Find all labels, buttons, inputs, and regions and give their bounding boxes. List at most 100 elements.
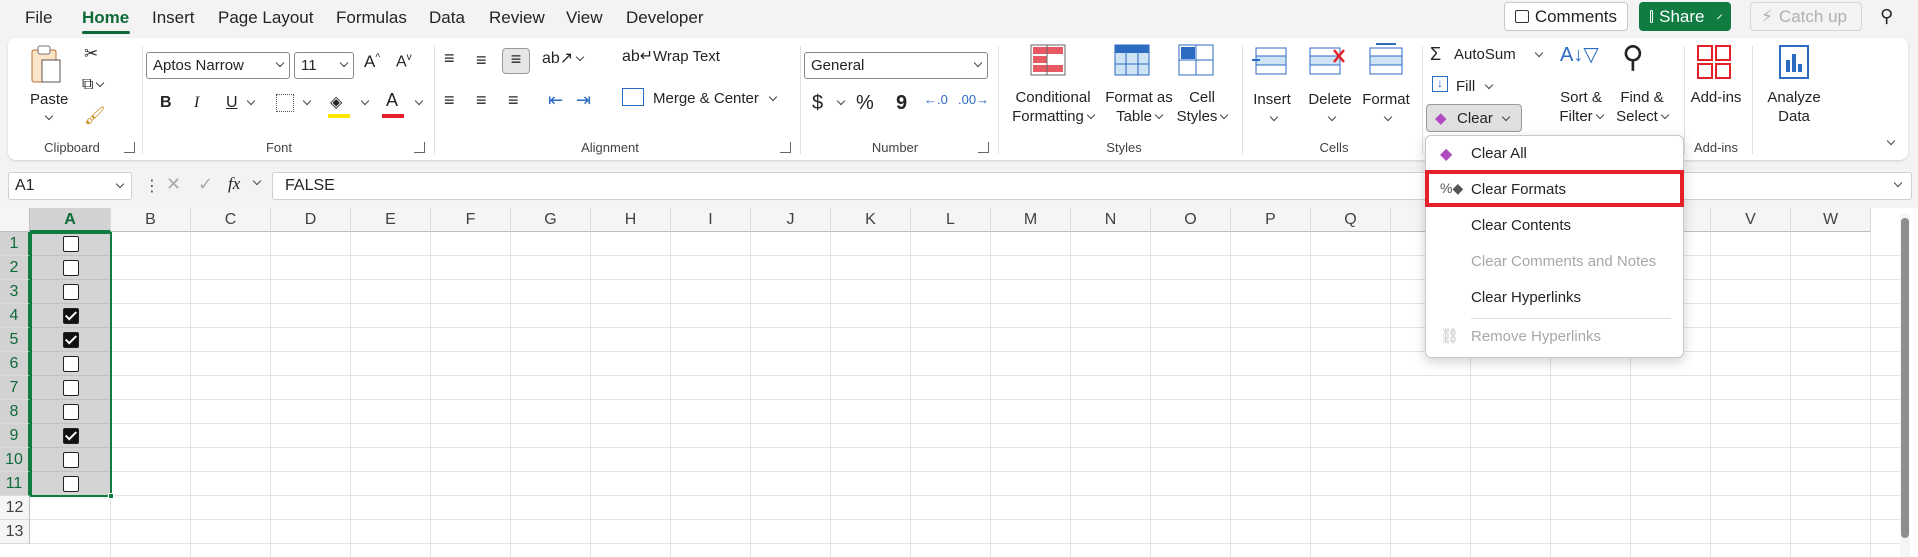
column-header-n[interactable]: N xyxy=(1071,208,1151,232)
top-align-icon[interactable]: ≡ xyxy=(444,48,455,69)
clipboard-launcher-icon[interactable] xyxy=(124,142,135,153)
font-name-select[interactable]: Aptos Narrow xyxy=(146,52,290,79)
column-header-p[interactable]: P xyxy=(1231,208,1311,232)
column-header-j[interactable]: J xyxy=(751,208,831,232)
decrease-font-size-icon[interactable]: Av xyxy=(396,52,412,71)
decrease-decimal-icon[interactable]: .00→ xyxy=(958,92,989,107)
fill-color-dropdown-icon[interactable] xyxy=(358,94,370,112)
row-header-2[interactable]: 2 xyxy=(0,256,30,280)
catch-up-button[interactable]: ⚡ Catch up xyxy=(1750,2,1862,31)
borders-icon[interactable] xyxy=(276,94,294,112)
row-header-12[interactable]: 12 xyxy=(0,496,30,520)
font-color-icon[interactable]: A xyxy=(386,90,398,111)
number-launcher-icon[interactable] xyxy=(978,142,989,153)
add-ins-button[interactable]: Add-ins xyxy=(1688,88,1744,107)
increase-decimal-icon[interactable]: ←.0 xyxy=(924,92,948,107)
fill-button[interactable]: Fill xyxy=(1456,78,1475,95)
wrap-text-button[interactable]: Wrap Text xyxy=(653,48,720,65)
column-header-l[interactable]: L xyxy=(911,208,991,232)
row-header-9[interactable]: 9 xyxy=(0,424,30,448)
vertical-scrollbar[interactable] xyxy=(1900,214,1910,557)
currency-dropdown-icon[interactable] xyxy=(834,94,846,112)
sort-filter-button[interactable]: Sort & Filter xyxy=(1548,88,1614,126)
scrollbar-thumb[interactable] xyxy=(1901,218,1909,538)
fill-dropdown-icon[interactable] xyxy=(1482,78,1494,96)
clear-hyperlinks-item[interactable]: Clear Hyperlinks xyxy=(1426,280,1683,316)
fill-color-icon[interactable]: ◈ xyxy=(330,92,342,112)
delete-cells-button[interactable]: Delete xyxy=(1308,90,1352,128)
align-center-icon[interactable]: ≡ xyxy=(476,90,487,111)
menu-developer[interactable]: Developer xyxy=(626,8,704,28)
increase-font-size-icon[interactable]: A^ xyxy=(364,52,380,72)
bold-button[interactable]: B xyxy=(160,94,172,112)
insert-function-button[interactable]: fx xyxy=(228,174,240,194)
column-header-q[interactable]: Q xyxy=(1311,208,1391,232)
row-header-5[interactable]: 5 xyxy=(0,328,30,352)
column-header-v[interactable]: V xyxy=(1711,208,1791,232)
autosum-dropdown-icon[interactable] xyxy=(1532,46,1544,64)
column-header-w[interactable]: W xyxy=(1791,208,1871,232)
borders-dropdown-icon[interactable] xyxy=(300,94,312,112)
clear-all-item[interactable]: ◆ Clear All xyxy=(1426,136,1683,172)
fill-handle[interactable] xyxy=(108,493,114,499)
underline-dropdown-icon[interactable] xyxy=(244,94,256,112)
menu-view[interactable]: View xyxy=(566,8,603,28)
comments-button[interactable]: Comments xyxy=(1504,2,1628,31)
find-select-button[interactable]: Find & Select xyxy=(1612,88,1672,126)
more-options-icon[interactable]: ⋮ xyxy=(144,176,160,196)
cell-styles-button[interactable]: Cell Styles xyxy=(1172,88,1232,126)
analyze-data-button[interactable]: Analyze Data xyxy=(1760,88,1828,126)
column-header-h[interactable]: H xyxy=(591,208,671,232)
menu-file[interactable]: File xyxy=(25,8,52,28)
bottom-align-icon[interactable]: ≡ xyxy=(502,48,530,74)
middle-align-icon[interactable]: ≡ xyxy=(476,50,487,71)
menu-formulas[interactable]: Formulas xyxy=(336,8,407,28)
merge-dropdown-icon[interactable] xyxy=(766,90,778,108)
column-header-i[interactable]: I xyxy=(671,208,751,232)
percent-button[interactable]: % xyxy=(856,92,874,115)
number-format-select[interactable]: General xyxy=(804,52,988,79)
function-dropdown-icon[interactable] xyxy=(250,174,262,192)
row-header-6[interactable]: 6 xyxy=(0,352,30,376)
column-header-c[interactable]: C xyxy=(191,208,271,232)
copy-icon[interactable]: ⧉ xyxy=(82,76,105,94)
format-cells-button[interactable]: Format xyxy=(1360,90,1412,128)
alignment-launcher-icon[interactable] xyxy=(780,142,791,153)
merge-center-button[interactable]: Merge & Center xyxy=(653,90,759,107)
column-header-a[interactable]: A xyxy=(30,208,111,232)
increase-indent-icon[interactable]: ⇥ xyxy=(576,90,591,111)
font-launcher-icon[interactable] xyxy=(414,142,425,153)
row-header-10[interactable]: 10 xyxy=(0,448,30,472)
row-header-13[interactable]: 13 xyxy=(0,520,30,544)
collapse-ribbon-icon[interactable] xyxy=(1884,134,1896,152)
column-header-e[interactable]: E xyxy=(351,208,431,232)
menu-insert[interactable]: Insert xyxy=(152,8,195,28)
column-header-m[interactable]: M xyxy=(991,208,1071,232)
menu-page-layout[interactable]: Page Layout xyxy=(218,8,313,28)
currency-button[interactable]: $ xyxy=(812,92,823,115)
paste-dropdown-chevron-icon[interactable] xyxy=(42,108,54,127)
row-header-1[interactable]: 1 xyxy=(0,232,30,256)
row-header-8[interactable]: 8 xyxy=(0,400,30,424)
coauthor-icon[interactable]: ⚲ xyxy=(1880,6,1893,27)
column-header-g[interactable]: G xyxy=(511,208,591,232)
autosum-button[interactable]: AutoSum xyxy=(1454,46,1516,63)
column-header-o[interactable]: O xyxy=(1151,208,1231,232)
paste-button[interactable]: Paste xyxy=(30,90,68,109)
column-header-f[interactable]: F xyxy=(431,208,511,232)
column-header-b[interactable]: B xyxy=(111,208,191,232)
row-header-3[interactable]: 3 xyxy=(0,280,30,304)
italic-button[interactable]: I xyxy=(194,94,199,112)
orientation-icon[interactable]: ab↗ xyxy=(542,48,585,68)
paste-icon[interactable] xyxy=(28,44,62,84)
column-header-k[interactable]: K xyxy=(831,208,911,232)
underline-button[interactable]: U xyxy=(226,94,238,112)
row-header-11[interactable]: 11 xyxy=(0,472,30,496)
insert-cells-button[interactable]: Insert xyxy=(1252,90,1292,128)
format-painter-icon[interactable]: 🖌 xyxy=(84,106,106,126)
name-box[interactable]: A1 xyxy=(8,172,132,200)
font-size-select[interactable]: 11 xyxy=(294,52,354,79)
menu-data[interactable]: Data xyxy=(429,8,465,28)
menu-review[interactable]: Review xyxy=(489,8,545,28)
align-left-icon[interactable]: ≡ xyxy=(444,90,455,111)
